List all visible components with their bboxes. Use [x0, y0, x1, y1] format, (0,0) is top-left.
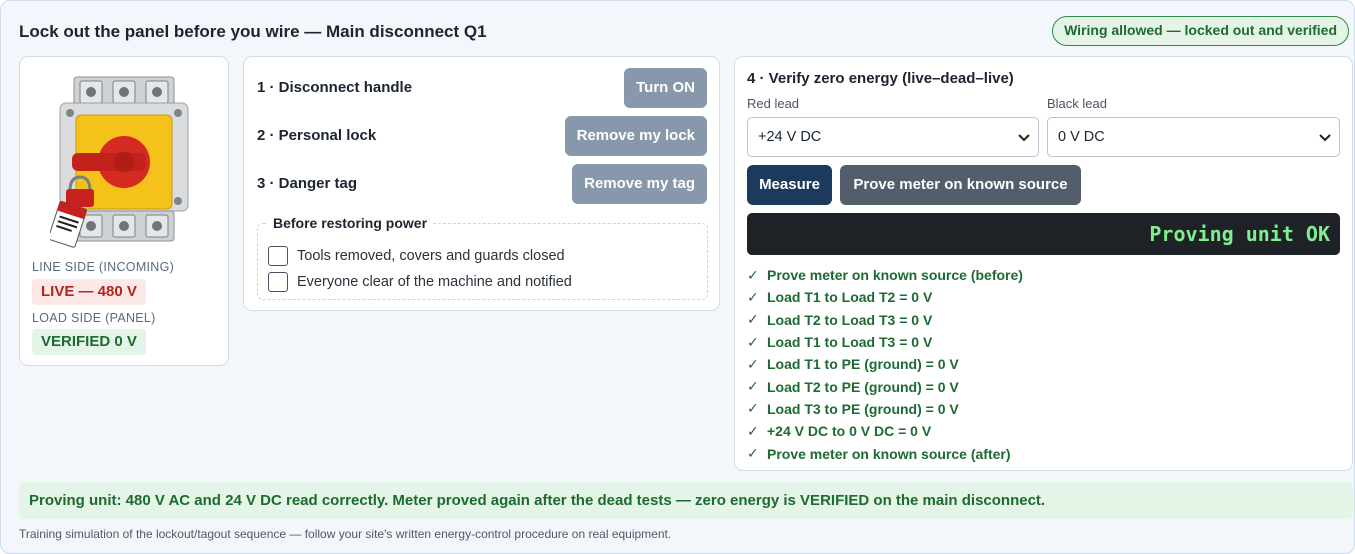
- checklist-item-label: Everyone clear of the machine and notifi…: [297, 274, 572, 290]
- red-lead-select[interactable]: +24 V DC: [747, 117, 1039, 157]
- check-icon: ✓: [747, 355, 759, 372]
- step-handle-label: 1 · Disconnect handle: [257, 79, 413, 96]
- black-lead-value: 0 V DC: [1058, 129, 1105, 145]
- check-icon: ✓: [747, 400, 759, 417]
- disconnect-switch-image: [50, 76, 189, 248]
- check-icon: ✓: [747, 311, 759, 328]
- black-lead-select[interactable]: 0 V DC: [1047, 117, 1340, 157]
- test-result-label: Load T1 to Load T2 = 0 V: [767, 289, 933, 306]
- load-side-label: LOAD SIDE (PANEL): [32, 311, 156, 325]
- disclaimer-footnote: Training simulation of the lockout/tagou…: [19, 527, 672, 541]
- measure-button[interactable]: Measure: [747, 165, 832, 205]
- chevron-down-icon: [1018, 134, 1030, 142]
- test-result-item: ✓ Prove meter on known source (before): [747, 264, 1023, 286]
- remove-lock-button[interactable]: Remove my lock: [564, 116, 707, 156]
- remove-tag-button[interactable]: Remove my tag: [572, 164, 707, 204]
- check-icon: ✓: [747, 333, 759, 350]
- page-title: Lock out the panel before you wire — Mai…: [19, 22, 487, 41]
- test-result-item: ✓ Load T1 to Load T3 = 0 V: [747, 331, 1023, 353]
- test-result-label: Prove meter on known source (after): [767, 445, 1011, 462]
- lockout-app: Lock out the panel before you wire — Mai…: [0, 0, 1355, 554]
- load-side-badge: VERIFIED 0 V: [32, 329, 146, 355]
- status-badge: Wiring allowed — locked out and verified: [1052, 16, 1349, 46]
- summary-banner: Proving unit: 480 V AC and 24 V DC read …: [19, 482, 1353, 519]
- test-result-label: Load T2 to PE (ground) = 0 V: [767, 378, 959, 395]
- test-result-label: Load T1 to PE (ground) = 0 V: [767, 356, 959, 373]
- lockout-steps-card: 1 · Disconnect handle Turn ON 2 · Person…: [243, 56, 720, 311]
- check-icon: ✓: [747, 422, 759, 439]
- turn-on-button[interactable]: Turn ON: [624, 68, 707, 108]
- test-result-item: ✓ Load T1 to PE (ground) = 0 V: [747, 353, 1023, 375]
- checklist-item[interactable]: Everyone clear of the machine and notifi…: [268, 272, 572, 292]
- check-icon: ✓: [747, 266, 759, 283]
- line-side-label: LINE SIDE (INCOMING): [32, 260, 175, 274]
- test-result-item: ✓ +24 V DC to 0 V DC = 0 V: [747, 420, 1023, 442]
- test-result-item: ✓ Load T2 to Load T3 = 0 V: [747, 309, 1023, 331]
- check-icon: ✓: [747, 378, 759, 395]
- line-side-badge: LIVE — 480 V: [32, 279, 146, 305]
- checkbox[interactable]: [268, 246, 288, 266]
- verify-title: 4 · Verify zero energy (live–dead–live): [747, 70, 1014, 87]
- test-result-label: +24 V DC to 0 V DC = 0 V: [767, 423, 932, 440]
- red-lead-label: Red lead: [747, 96, 800, 111]
- test-result-label: Load T3 to PE (ground) = 0 V: [767, 400, 959, 417]
- black-lead-label: Black lead: [1047, 96, 1107, 111]
- test-result-label: Load T2 to Load T3 = 0 V: [767, 311, 933, 328]
- red-lead-value: +24 V DC: [758, 129, 822, 145]
- test-result-item: ✓ Load T1 to Load T2 = 0 V: [747, 286, 1023, 308]
- check-icon: ✓: [747, 288, 759, 305]
- meter-display: Proving unit OK: [747, 213, 1340, 255]
- test-result-item: ✓ Load T3 to PE (ground) = 0 V: [747, 398, 1023, 420]
- restore-checklist-legend: Before restoring power: [268, 215, 433, 231]
- checklist-item-label: Tools removed, covers and guards closed: [297, 248, 565, 264]
- restore-checklist: Before restoring power Tools removed, co…: [257, 215, 708, 300]
- prove-meter-button[interactable]: Prove meter on known source: [840, 165, 1081, 205]
- test-result-item: ✓ Prove meter on known source (after): [747, 442, 1023, 464]
- chevron-down-icon: [1319, 134, 1331, 142]
- test-result-label: Load T1 to Load T3 = 0 V: [767, 334, 933, 351]
- verify-zero-energy-card: 4 · Verify zero energy (live–dead–live) …: [734, 56, 1353, 471]
- disconnect-status-card: LINE SIDE (INCOMING) LIVE — 480 V LOAD S…: [19, 56, 229, 366]
- step-tag-label: 3 · Danger tag: [257, 175, 358, 192]
- test-results-list: ✓ Prove meter on known source (before) ✓ Lo…: [747, 264, 1023, 465]
- checklist-item[interactable]: Tools removed, covers and guards closed: [268, 246, 565, 266]
- test-result-item: ✓ Load T2 to PE (ground) = 0 V: [747, 375, 1023, 397]
- step-lock-label: 2 · Personal lock: [257, 127, 377, 144]
- checkbox[interactable]: [268, 272, 288, 292]
- check-icon: ✓: [747, 445, 759, 462]
- test-result-label: Prove meter on known source (before): [767, 267, 1023, 284]
